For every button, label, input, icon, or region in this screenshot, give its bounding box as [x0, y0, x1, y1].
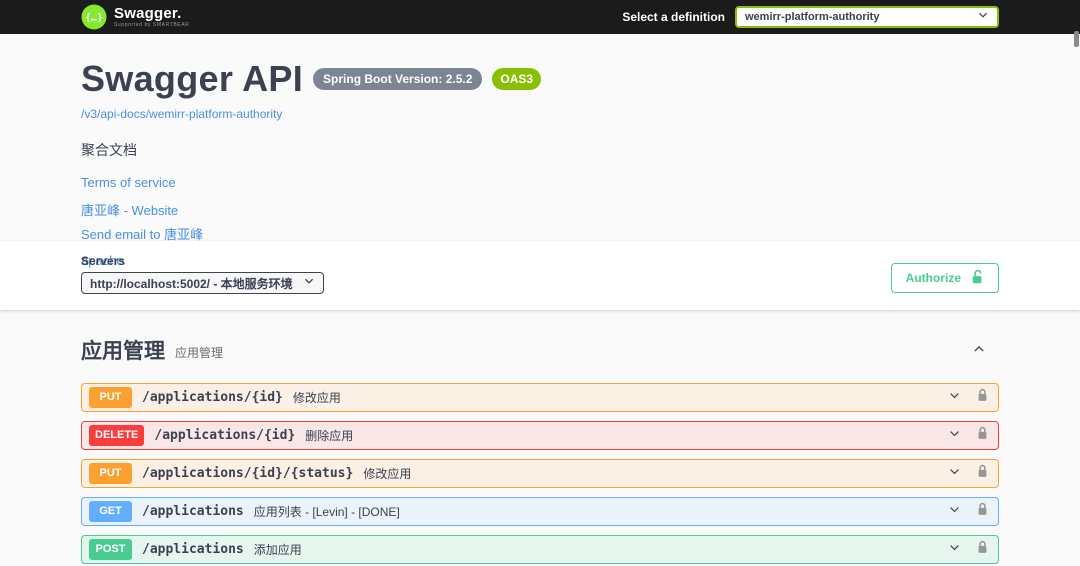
operations-section: 应用管理 应用管理 PUT/applications/{id} 修改应用 DELET… [0, 310, 1080, 564]
tag-subtitle: 应用管理 [175, 345, 224, 360]
definition-select[interactable]: wemirr-platform-authority [735, 6, 999, 28]
lock-icon[interactable] [977, 388, 988, 407]
operation-controls [947, 426, 988, 445]
select-definition-label: Select a definition [622, 10, 725, 24]
operation-summary: 删除应用 [305, 429, 354, 443]
scheme-container: Servers http://localhost:5002/ - 本地服务环境 … [0, 241, 1080, 310]
chevron-down-icon[interactable] [947, 465, 962, 483]
scrollbar-thumb[interactable] [1074, 31, 1079, 47]
swagger-logo-icon: {…} [81, 4, 107, 30]
chevron-down-icon[interactable] [947, 389, 962, 407]
authorize-button[interactable]: Authorize [890, 263, 999, 293]
chevron-up-icon[interactable] [971, 342, 987, 359]
operation-row[interactable]: GET/applications 应用列表 - [Levin] - [DONE] [81, 497, 999, 526]
chevron-down-icon [303, 274, 315, 292]
tag-title: 应用管理 [81, 340, 165, 363]
chevron-down-icon [977, 8, 989, 26]
operation-row[interactable]: PUT/applications/{id} 修改应用 [81, 383, 999, 412]
operation-row[interactable]: PUT/applications/{id}/{status} 修改应用 [81, 459, 999, 488]
method-badge: GET [89, 501, 132, 522]
operation-controls [947, 464, 988, 483]
contact-website-link[interactable]: 唐亚峰 - Website [81, 200, 999, 219]
operation-summary: 添加应用 [253, 543, 302, 557]
swagger-logo-link[interactable]: {…} Swagger. Supported by SMARTBEAR [81, 4, 189, 30]
servers-label: Servers [81, 254, 126, 268]
definition-select-value: wemirr-platform-authority [745, 11, 880, 23]
logo-subtitle: Supported by SMARTBEAR [114, 22, 190, 28]
oas3-badge: OAS3 [492, 68, 542, 90]
lock-icon[interactable] [977, 502, 988, 521]
method-badge: DELETE [89, 425, 145, 446]
chevron-down-icon[interactable] [947, 503, 962, 521]
operation-summary: 修改应用 [292, 391, 341, 405]
operation-row[interactable]: POST/applications 添加应用 [81, 535, 999, 564]
lock-icon[interactable] [977, 540, 988, 559]
server-select[interactable]: http://localhost:5002/ - 本地服务环境 [81, 272, 324, 294]
api-info-section: Swagger API Spring Boot Version: 2.5.2 O… [0, 34, 1080, 268]
operation-list: PUT/applications/{id} 修改应用 DELETE/applicat… [81, 383, 999, 564]
chevron-down-icon[interactable] [947, 427, 962, 445]
server-select-value: http://localhost:5002/ - 本地服务环境 [90, 276, 293, 291]
operation-row[interactable]: DELETE/applications/{id} 删除应用 [81, 421, 999, 450]
svg-text:{…}: {…} [85, 13, 103, 24]
operation-path: /applications [142, 504, 244, 519]
authorize-button-label: Authorize [905, 271, 961, 285]
page-title: Swagger API [81, 58, 304, 99]
method-badge: PUT [89, 463, 132, 484]
method-badge: PUT [89, 387, 132, 408]
chevron-down-icon[interactable] [947, 541, 962, 559]
lock-icon[interactable] [977, 464, 988, 483]
operation-path: /applications/{id}/{status} [142, 466, 354, 481]
lock-icon[interactable] [977, 426, 988, 445]
terms-of-service-link[interactable]: Terms of service [81, 175, 999, 190]
tag-header[interactable]: 应用管理 应用管理 [81, 333, 999, 373]
operation-summary: 应用列表 - [Levin] - [DONE] [253, 505, 400, 519]
operation-controls [947, 540, 988, 559]
operation-controls [947, 502, 988, 521]
method-badge: POST [89, 539, 132, 560]
operation-controls [947, 388, 988, 407]
api-description: 聚合文档 [81, 142, 137, 158]
operation-path: /applications [142, 542, 244, 557]
operation-summary: 修改应用 [363, 467, 412, 481]
version-badge: Spring Boot Version: 2.5.2 [313, 68, 483, 90]
unlock-icon [971, 269, 984, 287]
logo-title: Swagger. [114, 5, 182, 22]
operation-path: /applications/{id} [142, 390, 283, 405]
operation-path: /applications/{id} [154, 428, 296, 443]
topbar: {…} Swagger. Supported by SMARTBEAR Sele… [0, 0, 1080, 34]
spec-url-link[interactable]: /v3/api-docs/wemirr-platform-authority [81, 107, 282, 121]
